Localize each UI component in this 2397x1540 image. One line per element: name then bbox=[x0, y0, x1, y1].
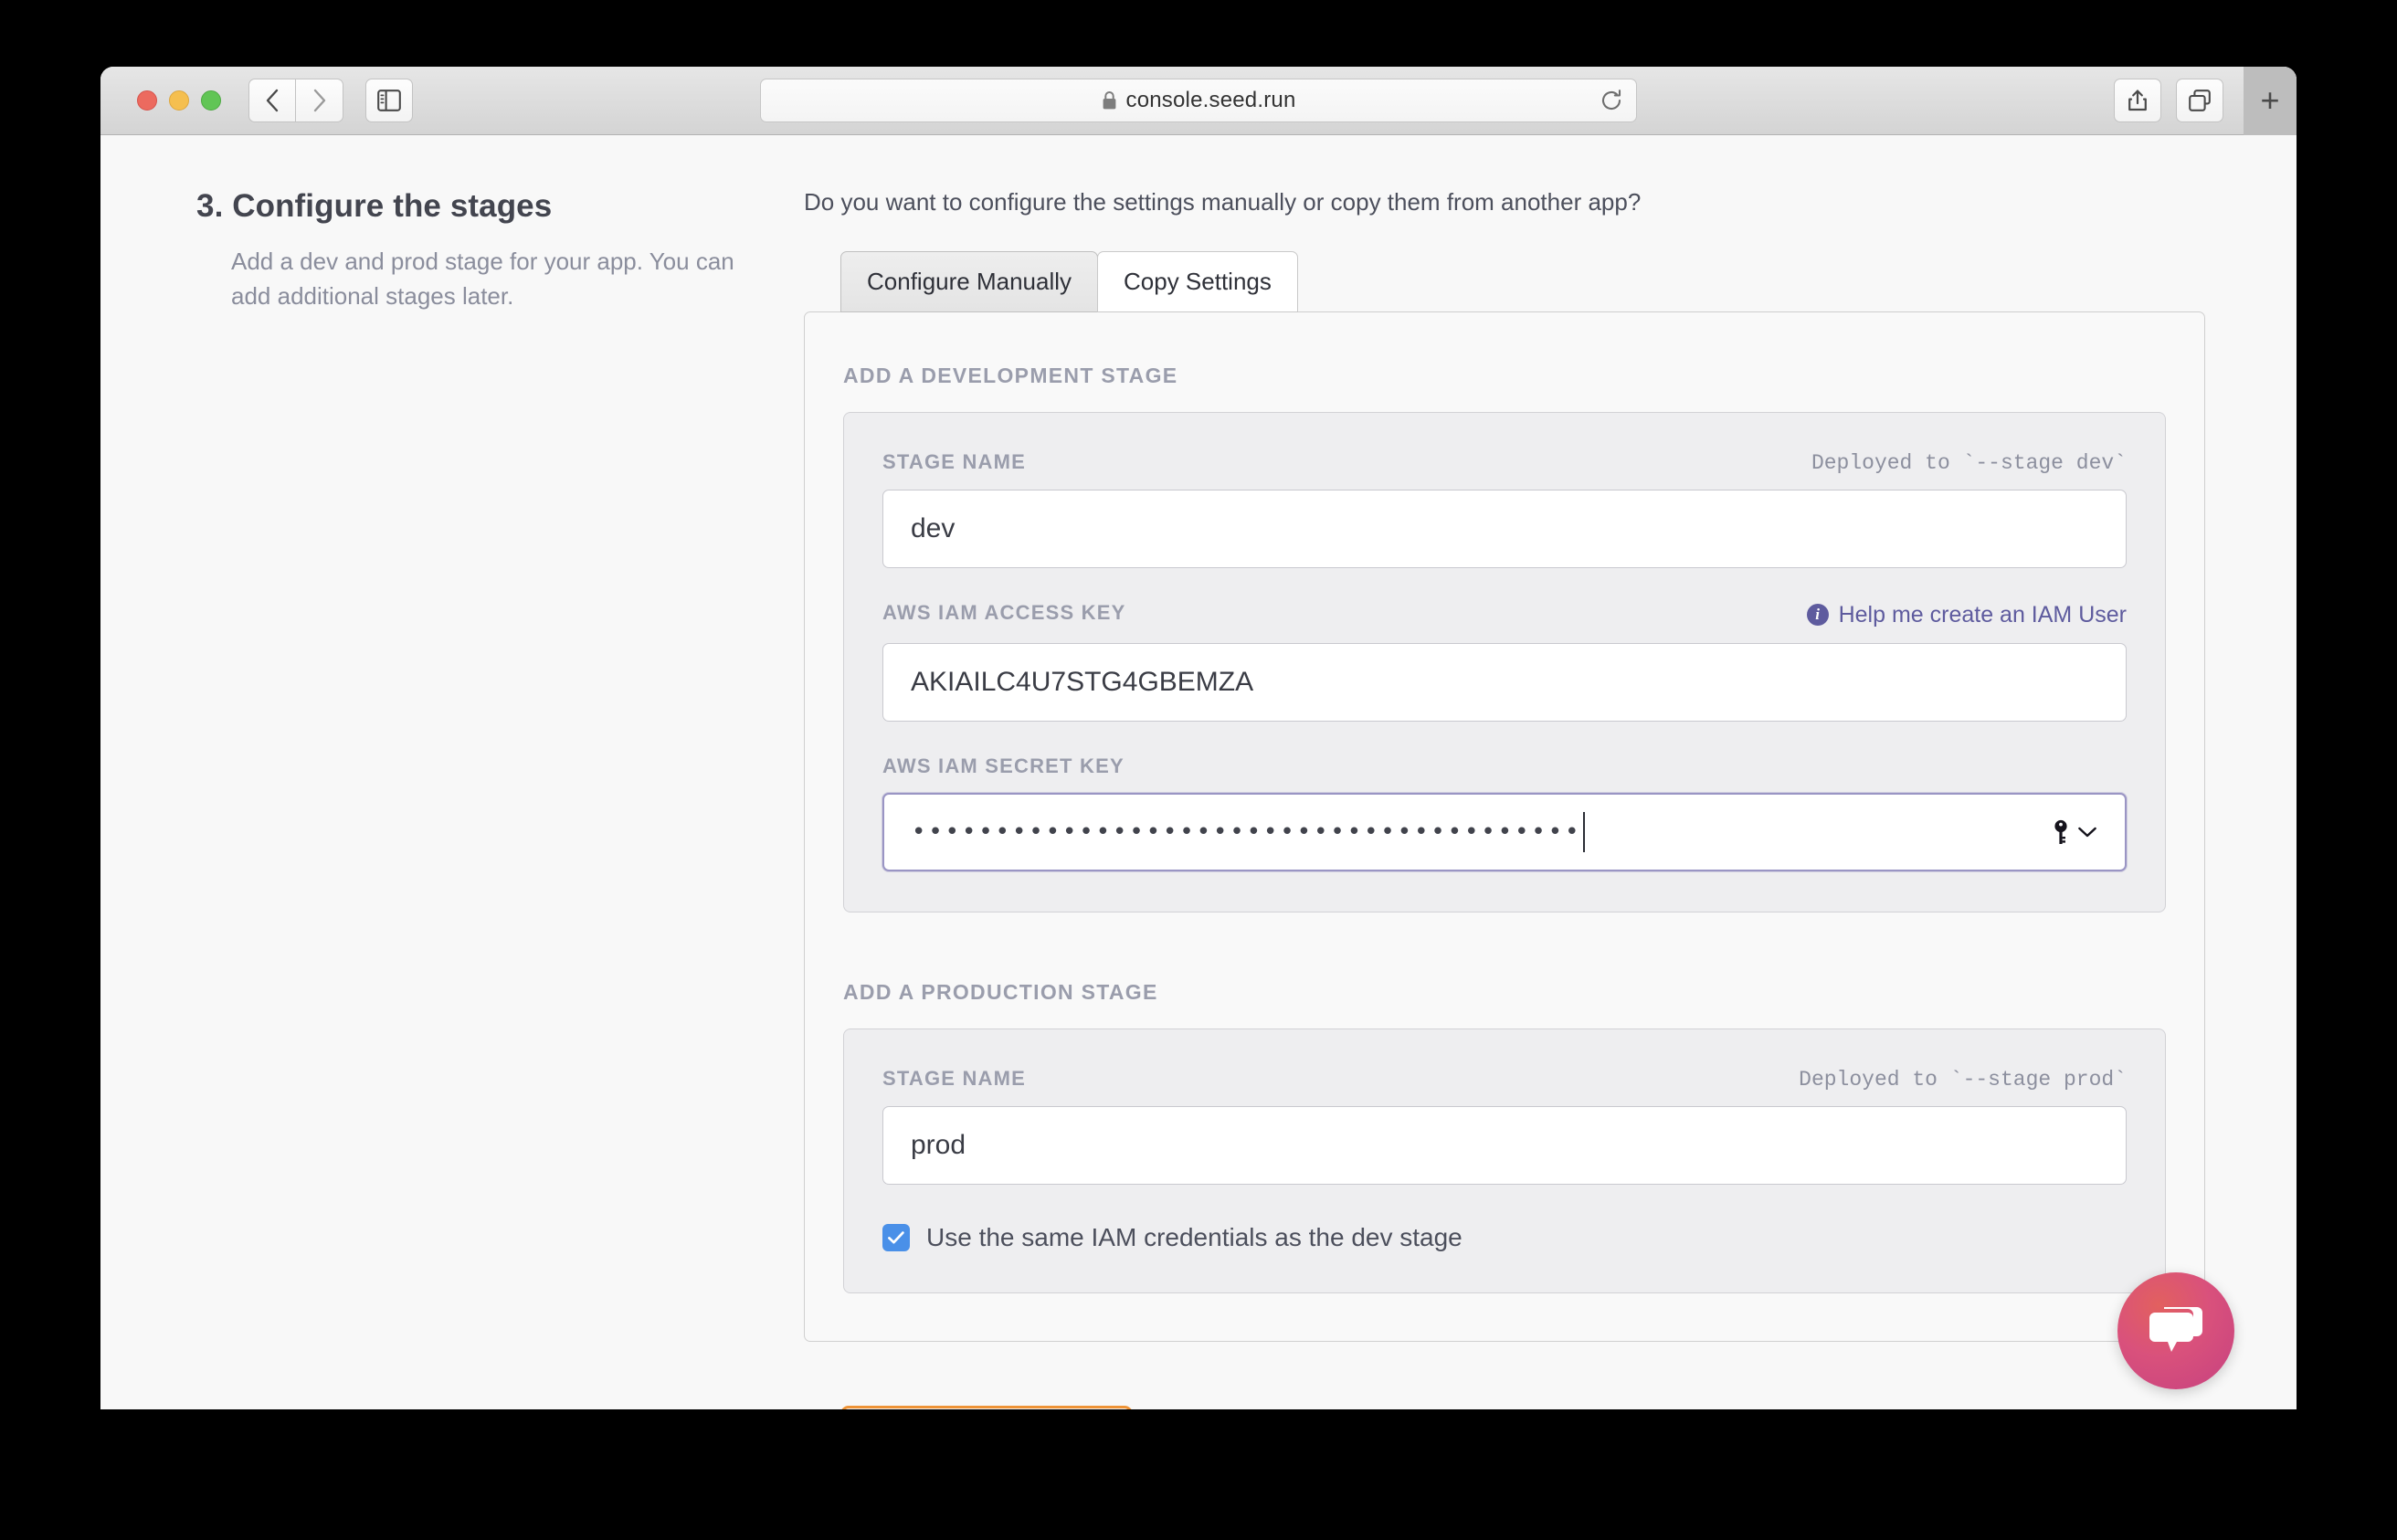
url-text: console.seed.run bbox=[1125, 88, 1296, 112]
info-icon: i bbox=[1806, 604, 1829, 626]
prod-stage-hint-code: Deployed to `--stage prod` bbox=[1799, 1067, 2127, 1092]
chevron-right-icon bbox=[313, 89, 325, 112]
dev-stage-name-input[interactable]: dev bbox=[882, 490, 2127, 568]
window-controls bbox=[137, 90, 221, 111]
secret-value-wrap: •••••••••••••••••••••••••••••••••••••••• bbox=[912, 811, 1586, 852]
page-content: 3. Configure the stages Add a dev and pr… bbox=[100, 135, 2297, 1409]
lock-icon bbox=[1102, 90, 1117, 111]
production-stage-heading: ADD A PRODUCTION STAGE bbox=[843, 979, 1158, 1004]
dev-stage-name-hint: Deployed to `--stage dev` bbox=[1811, 449, 2127, 475]
same-credentials-checkbox[interactable] bbox=[882, 1223, 910, 1251]
prod-stage-name-label: STAGE NAME bbox=[882, 1066, 1027, 1090]
browser-window: console.seed.run + 3. Configure the stag… bbox=[100, 67, 2297, 1409]
address-bar[interactable]: console.seed.run bbox=[760, 79, 1637, 122]
submit-button[interactable] bbox=[840, 1405, 1133, 1409]
question-text: Do you want to configure the settings ma… bbox=[804, 188, 1642, 216]
navigation-buttons bbox=[248, 79, 343, 122]
same-credentials-checkbox-row[interactable]: Use the same IAM credentials as the dev … bbox=[882, 1223, 2127, 1252]
password-autofill-button[interactable] bbox=[2052, 818, 2097, 846]
tab-overview-button[interactable] bbox=[2176, 79, 2223, 122]
tab-configure-manually[interactable]: Configure Manually bbox=[840, 251, 1099, 312]
dev-access-key-label: AWS IAM ACCESS KEY bbox=[882, 601, 1126, 624]
back-button[interactable] bbox=[248, 79, 296, 122]
development-stage-card: STAGE NAME Deployed to `--stage dev` dev… bbox=[843, 412, 2166, 912]
prod-stage-name-row: STAGE NAME Deployed to `--stage prod` bbox=[882, 1066, 2127, 1092]
prod-stage-name-input[interactable]: prod bbox=[882, 1105, 2127, 1185]
text-caret bbox=[1583, 811, 1586, 852]
dev-secret-key-input[interactable]: •••••••••••••••••••••••••••••••••••••••• bbox=[882, 792, 2127, 871]
share-button[interactable] bbox=[2114, 79, 2161, 122]
dev-stage-name-label: STAGE NAME bbox=[882, 450, 1027, 473]
page-title: 3. Configure the stages bbox=[196, 188, 553, 224]
chevron-down-icon bbox=[2078, 827, 2096, 837]
zoom-window-button[interactable] bbox=[201, 90, 221, 111]
configuration-tabs: Configure Manually Copy Settings bbox=[840, 251, 2205, 312]
key-icon bbox=[2054, 819, 2067, 844]
tab-overview-icon bbox=[2189, 90, 2211, 111]
toolbar-right-group: + bbox=[2099, 67, 2297, 135]
chevron-left-icon bbox=[266, 89, 279, 112]
new-tab-button[interactable]: + bbox=[2244, 67, 2297, 135]
development-stage-heading: ADD A DEVELOPMENT STAGE bbox=[843, 364, 1178, 387]
share-icon bbox=[2128, 90, 2147, 111]
browser-titlebar: console.seed.run + bbox=[100, 67, 2297, 135]
forward-button[interactable] bbox=[296, 79, 343, 122]
configuration-panel: ADD A DEVELOPMENT STAGE STAGE NAME Deplo… bbox=[804, 311, 2205, 1342]
chat-bubbles-icon bbox=[2149, 1307, 2202, 1352]
dev-access-key-input[interactable]: AKIAILC4U7STG4GBEMZA bbox=[882, 642, 2127, 722]
dev-stage-hint-code: Deployed to `--stage dev` bbox=[1811, 451, 2127, 475]
same-credentials-label: Use the same IAM credentials as the dev … bbox=[926, 1222, 1462, 1251]
settings-column: Do you want to configure the settings ma… bbox=[804, 188, 2297, 1409]
sidebar-toggle-button[interactable] bbox=[365, 79, 413, 122]
checkmark-icon bbox=[888, 1230, 904, 1244]
help-link-label: Help me create an IAM User bbox=[1838, 601, 2127, 628]
production-stage-card: STAGE NAME Deployed to `--stage prod` pr… bbox=[843, 1028, 2166, 1293]
step-description: Add a dev and prod stage for your app. Y… bbox=[231, 248, 734, 310]
tab-copy-settings[interactable]: Copy Settings bbox=[1097, 251, 1298, 312]
reload-icon bbox=[1602, 90, 1621, 111]
dev-secret-key-label: AWS IAM SECRET KEY bbox=[882, 754, 1125, 777]
chat-widget-button[interactable] bbox=[2117, 1272, 2234, 1389]
step-column: 3. Configure the stages Add a dev and pr… bbox=[100, 188, 804, 1409]
close-window-button[interactable] bbox=[137, 90, 157, 111]
minimize-window-button[interactable] bbox=[169, 90, 189, 111]
dev-stage-name-row: STAGE NAME Deployed to `--stage dev` bbox=[882, 449, 2127, 475]
reload-button[interactable] bbox=[1600, 89, 1623, 112]
dev-secret-key-row: AWS IAM SECRET KEY bbox=[882, 754, 2127, 778]
help-create-iam-user-link[interactable]: i Help me create an IAM User bbox=[1806, 601, 2127, 628]
dev-access-key-row: AWS IAM ACCESS KEY i Help me create an I… bbox=[882, 601, 2127, 628]
sidebar-toggle-icon bbox=[377, 90, 401, 111]
secret-key-masked-value: •••••••••••••••••••••••••••••••••••••••• bbox=[912, 819, 1582, 844]
prod-stage-name-hint: Deployed to `--stage prod` bbox=[1799, 1066, 2127, 1092]
